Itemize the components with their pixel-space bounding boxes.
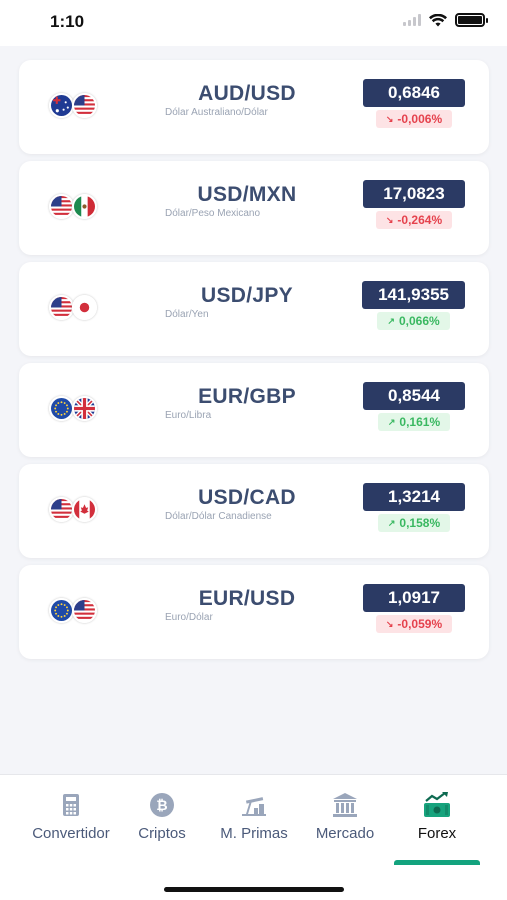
tab-label: Criptos (138, 825, 186, 842)
pair-card[interactable]: EUR/USD Euro/Dólar 1,0917 ↘ -0,059% (19, 565, 489, 659)
flag-pair (49, 194, 105, 222)
canada-flag-icon (72, 497, 97, 522)
flag-pair (49, 497, 105, 525)
tab-m-primas[interactable]: M. Primas (212, 791, 296, 842)
flag-pair (49, 396, 105, 424)
uk-flag-icon (72, 396, 97, 421)
active-tab-indicator (394, 860, 480, 865)
price-badge: 17,0823 (363, 180, 465, 208)
usa-flag-icon (49, 295, 74, 320)
tab-criptos[interactable]: ₿ Criptos (131, 791, 193, 842)
pair-description: Euro/Libra (165, 410, 212, 421)
battery-icon (455, 13, 488, 27)
status-indicators (403, 13, 488, 27)
oil-pump-icon (242, 797, 266, 816)
pair-name: USD/CAD (198, 486, 296, 509)
australia-flag-icon (49, 93, 74, 118)
tab-label: Mercado (315, 825, 375, 842)
status-time: 1:10 (50, 12, 85, 31)
tab-bar: Convertidor ₿ Criptos M. Primas Mercado … (0, 774, 507, 900)
japan-flag-icon (72, 295, 97, 320)
pair-name: USD/JPY (201, 284, 293, 307)
change-badge: ↗ 0,161% (377, 413, 451, 431)
trend-down-icon: ↘ (385, 214, 394, 225)
tab-convertidor[interactable]: Convertidor (26, 791, 116, 842)
change-badge: ↘ -0,059% (375, 615, 453, 633)
change-badge: ↘ -0,006% (375, 110, 453, 128)
trend-up-icon: ↗ (387, 517, 396, 528)
pair-card[interactable]: USD/JPY Dólar/Yen 141,9355 ↗ 0,066% (19, 262, 489, 356)
price-badge: 0,8544 (363, 382, 465, 410)
pair-description: Dólar/Peso Mexicano (165, 208, 261, 219)
status-bar: 1:10 (0, 0, 507, 46)
eu-flag-icon (49, 396, 74, 421)
pair-card[interactable]: EUR/GBP Euro/Libra 0,8544 ↗ 0,161% (19, 363, 489, 457)
pair-card[interactable]: USD/MXN Dólar/Peso Mexicano 17,0823 ↘ -0,… (19, 161, 489, 255)
forex-icon (424, 792, 450, 817)
change-badge: ↘ -0,264% (375, 211, 453, 229)
usa-flag-icon (72, 93, 97, 118)
bitcoin-icon: ₿ (150, 793, 174, 817)
flag-pair (49, 295, 105, 323)
flag-pair (49, 93, 105, 121)
pair-description: Dólar/Dólar Canadiense (165, 511, 272, 522)
bank-icon (333, 793, 357, 817)
tab-label: Convertidor (32, 825, 110, 842)
signal-icon (403, 14, 421, 26)
home-indicator (164, 887, 344, 892)
trend-up-icon: ↗ (387, 315, 395, 326)
price-badge: 141,9355 (362, 281, 465, 309)
forex-list: AUD/USD Dólar Australiano/Dólar 0,6846 ↘… (19, 60, 489, 666)
usa-flag-icon (49, 194, 74, 219)
price-badge: 0,6846 (363, 79, 465, 107)
tab-label: M. Primas (220, 825, 288, 842)
price-badge: 1,3214 (363, 483, 465, 511)
pair-description: Dólar Australiano/Dólar (165, 107, 268, 118)
calculator-icon (63, 794, 79, 816)
change-badge: ↗ 0,158% (377, 514, 451, 532)
mexico-flag-icon (72, 194, 97, 219)
pair-description: Dólar/Yen (165, 309, 209, 320)
eu-flag-icon (49, 598, 74, 623)
pair-name: EUR/GBP (198, 385, 296, 408)
pair-name: EUR/USD (198, 587, 296, 610)
pair-name: USD/MXN (197, 183, 297, 206)
flag-pair (49, 598, 105, 626)
pair-card[interactable]: USD/CAD Dólar/Dólar Canadiense 1,3214 ↗ 0… (19, 464, 489, 558)
trend-down-icon: ↘ (385, 618, 394, 629)
usa-flag-icon (72, 598, 97, 623)
tab-mercado[interactable]: Mercado (309, 791, 381, 842)
tab-forex[interactable]: Forex (405, 791, 469, 842)
svg-text:₿: ₿ (156, 798, 167, 814)
price-badge: 1,0917 (363, 584, 465, 612)
pair-name: AUD/USD (198, 82, 296, 105)
tab-label: Forex (417, 825, 457, 842)
wifi-icon (429, 13, 447, 26)
trend-down-icon: ↘ (385, 113, 394, 124)
pair-description: Euro/Dólar (165, 612, 213, 623)
usa-flag-icon (49, 497, 74, 522)
trend-up-icon: ↗ (387, 416, 396, 427)
change-badge: ↗ 0,066% (377, 312, 450, 330)
pair-card[interactable]: AUD/USD Dólar Australiano/Dólar 0,6846 ↘… (19, 60, 489, 154)
